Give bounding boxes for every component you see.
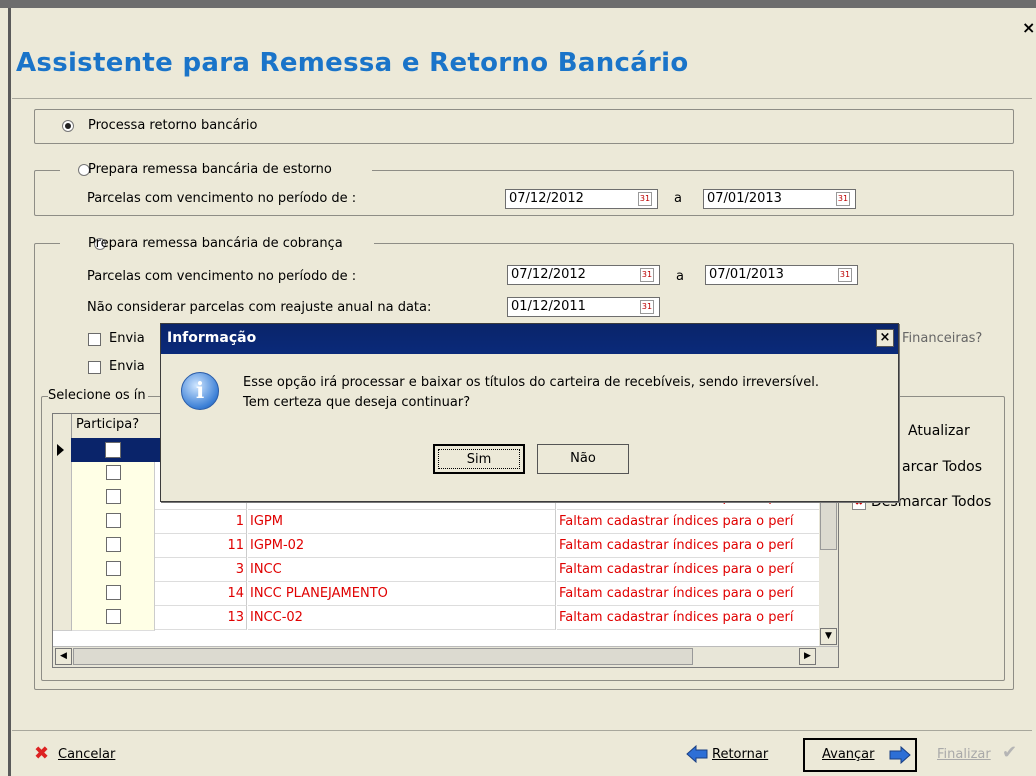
row-name: INCC PLANEJAMENTO [248,582,556,606]
processa-radio[interactable] [62,120,74,132]
row-code: 13 [155,606,247,630]
arrow-right-icon [889,745,911,768]
avancar-label: Avançar [822,747,875,762]
envia-checkbox-1[interactable] [88,333,101,346]
cancel-button[interactable]: Cancelar [58,747,115,762]
cobranca-label[interactable]: Prepara remessa bancária de cobrança [88,236,343,251]
envia-label-1: Envia [109,331,145,346]
dialog-titlebar: Informação × [161,324,898,354]
cobranca-range-sep: a [676,269,684,284]
row-checkbox[interactable] [106,513,121,528]
window-left-border [8,8,11,776]
cobranca-date-from-value: 07/12/2012 [511,267,586,282]
row-name: IGPM-02 [248,534,556,558]
row-name: IGPM [248,510,556,534]
table-row[interactable]: 13 INCC-02 Faltam cadastrar índices para o… [53,606,823,631]
row-code: 14 [155,582,247,606]
row-checkbox[interactable] [106,465,121,480]
indices-label: Selecione os ín [48,388,148,403]
hscroll-thumb[interactable] [73,648,693,665]
estorno-date-to-value: 07/01/2013 [707,191,782,206]
estorno-date-to[interactable]: 07/01/2013 [703,189,856,209]
check-icon: ✔ [1002,742,1018,763]
cobranca-period-label: Parcelas com vencimento no período de : [87,269,357,284]
row-checkbox[interactable] [106,489,121,504]
estorno-date-from[interactable]: 07/12/2012 [505,189,658,209]
table-row[interactable]: 3 INCC Faltam cadastrar índices para o per… [53,558,823,583]
row-code: 11 [155,534,247,558]
calendar-icon[interactable]: 31 [638,192,652,206]
calendar-icon[interactable]: 31 [836,192,850,206]
row-message: Faltam cadastrar índices para o perí [557,534,823,558]
table-row[interactable]: 11 IGPM-02 Faltam cadastrar índices para o… [53,534,823,559]
info-icon: i [181,372,219,410]
row-name: INCC [248,558,556,582]
reajuste-label: Não considerar parcelas com reajuste anu… [87,300,432,315]
row-message: Faltam cadastrar índices para o perí [557,606,823,630]
cobranca-date-to[interactable]: 07/01/2013 [705,265,858,285]
scroll-down-icon[interactable]: ▼ [820,628,837,645]
estorno-label[interactable]: Prepara remessa bancária de estorno [88,162,332,177]
dialog-yes-button[interactable]: Sim [433,444,525,474]
grid-header-participa[interactable]: Participa? [76,417,139,432]
atualizar-link[interactable]: Atualizar [908,423,970,439]
cobranca-date-from[interactable]: 07/12/2012 [507,265,660,285]
row-checkbox[interactable] [105,442,121,458]
row-pointer-icon [57,444,64,456]
dialog-no-button[interactable]: Não [537,444,629,474]
dialog-close-icon[interactable]: × [876,329,894,347]
reajuste-date-value: 01/12/2011 [511,299,586,314]
window-top-border [0,0,1036,8]
calendar-icon[interactable]: 31 [640,300,654,314]
finalizar-button[interactable]: Finalizar [937,747,991,762]
window-close-button[interactable]: × [1022,18,1036,37]
estorno-period-label: Parcelas com vencimento no período de : [87,191,357,206]
processa-label[interactable]: Processa retorno bancário [88,118,257,133]
calendar-icon[interactable]: 31 [838,268,852,282]
cobranca-date-to-value: 07/01/2013 [709,267,784,282]
row-checkbox[interactable] [106,561,121,576]
grid-hscrollbar[interactable]: ◀ ▶ [53,646,838,667]
cancel-icon: ✖ [34,743,50,764]
estorno-range-sep: a [674,191,682,206]
financeiras-label: Financeiras? [902,331,983,346]
reajuste-date[interactable]: 01/12/2011 [507,297,660,317]
table-row[interactable]: 14 INCC PLANEJAMENTO Faltam cadastrar índi… [53,582,823,607]
row-checkbox[interactable] [106,585,121,600]
footer-divider [12,730,1032,731]
row-message: Faltam cadastrar índices para o perí [557,582,823,606]
row-checkbox[interactable] [106,609,121,624]
page-title: Assistente para Remessa e Retorno Bancár… [16,48,689,78]
marcar-todos-link[interactable]: arcar Todos [902,459,982,475]
retornar-button[interactable]: Retornar [712,747,768,762]
avancar-button[interactable]: Avançar [803,738,917,772]
row-message: Faltam cadastrar índices para o perí [557,558,823,582]
envia-checkbox-2[interactable] [88,361,101,374]
arrow-left-icon [686,744,708,767]
row-message: Faltam cadastrar índices para o perí [557,510,823,534]
envia-label-2: Envia [109,359,145,374]
dialog-message-line1: Esse opção irá processar e baixar os tít… [243,375,819,390]
row-code: 3 [155,558,247,582]
row-checkbox[interactable] [106,537,121,552]
calendar-icon[interactable]: 31 [640,268,654,282]
scroll-left-icon[interactable]: ◀ [55,648,72,665]
info-dialog: Informação × i Esse opção irá processar … [160,323,899,502]
row-code: 1 [155,510,247,534]
estorno-date-from-value: 07/12/2012 [509,191,584,206]
row-name: INCC-02 [248,606,556,630]
dialog-message-line2: Tem certeza que deseja continuar? [243,395,471,410]
title-divider [12,98,1032,99]
dialog-title: Informação [167,330,257,346]
table-row[interactable]: 1 IGPM Faltam cadastrar índices para o per… [53,510,823,535]
scroll-right-icon[interactable]: ▶ [799,648,816,665]
